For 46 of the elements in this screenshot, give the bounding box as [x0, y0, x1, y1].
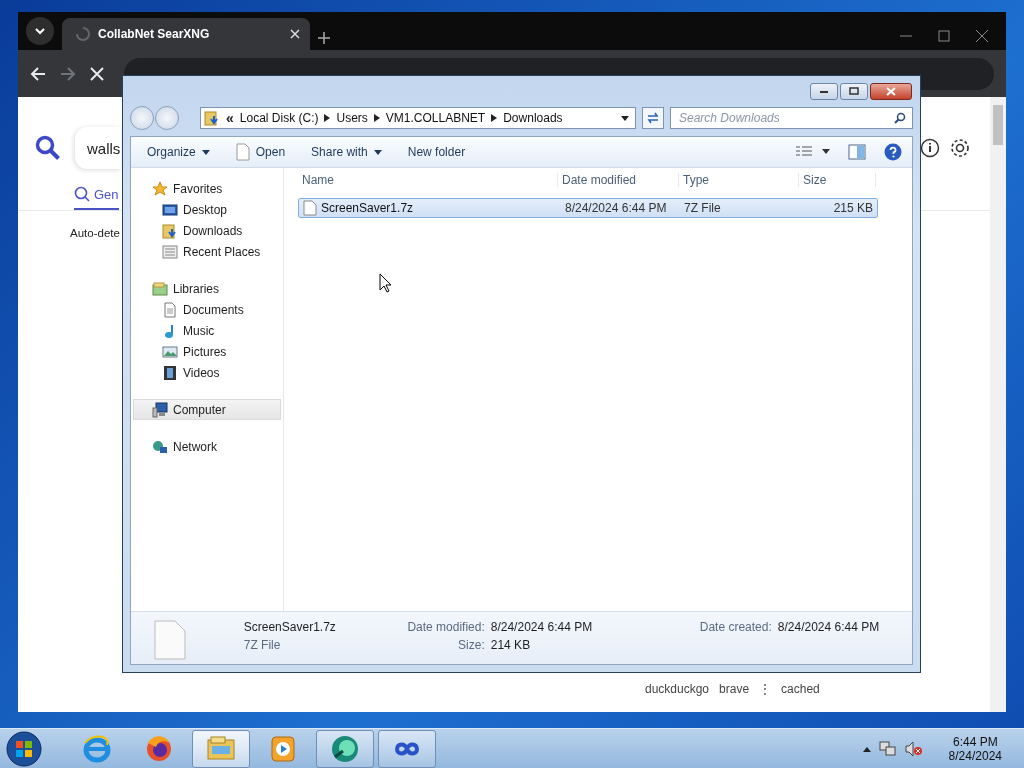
- search-box[interactable]: Search Downloads: [670, 107, 913, 129]
- nav-item[interactable]: Documents: [133, 299, 281, 320]
- detail-label: Date modified:: [407, 620, 485, 636]
- nav-item[interactable]: Pictures: [133, 341, 281, 362]
- clock[interactable]: 6:44 PM 8/24/2024: [942, 733, 1008, 764]
- detail-filetype: 7Z File: [243, 638, 281, 654]
- command-button[interactable]: Organize: [139, 142, 218, 162]
- nav-item[interactable]: Computer: [133, 399, 281, 420]
- detail-label: Date created:: [699, 620, 772, 636]
- breadcrumb-item[interactable]: Downloads: [503, 111, 563, 125]
- column-header[interactable]: Name: [298, 173, 558, 187]
- nav-item[interactable]: Music: [133, 320, 281, 341]
- file-row[interactable]: ScreenSaver1.7z 8/24/2024 6:44 PM 7Z File 215 KB: [298, 198, 878, 218]
- breadcrumb-item[interactable]: Users: [336, 111, 368, 125]
- command-button[interactable]: New folder: [399, 142, 474, 162]
- breadcrumb-item[interactable]: Local Disk (C:): [239, 111, 319, 125]
- nav-item[interactable]: Libraries: [133, 278, 281, 299]
- cached-link[interactable]: cached: [781, 682, 820, 696]
- overflow-chevron[interactable]: «: [226, 110, 234, 126]
- nav-item[interactable]: Desktop: [133, 199, 281, 220]
- nav-item[interactable]: Downloads: [133, 220, 281, 241]
- search-field[interactable]: walls: [75, 127, 121, 169]
- engine-label: duckduckgo: [645, 682, 710, 696]
- search-field[interactable]: Search Downloads: [677, 110, 890, 126]
- notice-text: Auto-dete: [69, 226, 120, 239]
- nav-item[interactable]: Network: [133, 436, 281, 457]
- detail-filename: ScreenSaver1.7z: [243, 620, 336, 636]
- column-header[interactable]: Date modified: [558, 173, 679, 187]
- detail-value: 8/24/2024 6:44 PM: [777, 620, 880, 636]
- tab-title: CollabNet SearXNG: [98, 27, 211, 41]
- breadcrumb-bar[interactable]: « Local Disk (C:) Users VM1.COLLABNET Downloads: [200, 107, 636, 129]
- column-header[interactable]: Type: [679, 173, 799, 187]
- nav-item[interactable]: Videos: [133, 362, 281, 383]
- detail-label: Size:: [458, 638, 485, 654]
- nav-item[interactable]: Recent Places: [133, 241, 281, 262]
- column-header[interactable]: Size: [799, 173, 876, 187]
- detail-value: 214 KB: [490, 638, 531, 654]
- engine-label: brave: [719, 682, 750, 696]
- nav-item[interactable]: Favorites: [133, 178, 281, 199]
- command-button[interactable]: Share with: [303, 142, 390, 162]
- detail-value: 8/24/2024 6:44 PM: [490, 620, 593, 636]
- breadcrumb-item[interactable]: VM1.COLLABNET: [385, 111, 486, 125]
- command-button[interactable]: Open: [227, 140, 294, 164]
- category-tab[interactable]: Gen: [74, 185, 119, 210]
- result-menu[interactable]: ⋮: [759, 682, 772, 696]
- browser-tab[interactable]: CollabNet SearXNG: [62, 18, 310, 50]
